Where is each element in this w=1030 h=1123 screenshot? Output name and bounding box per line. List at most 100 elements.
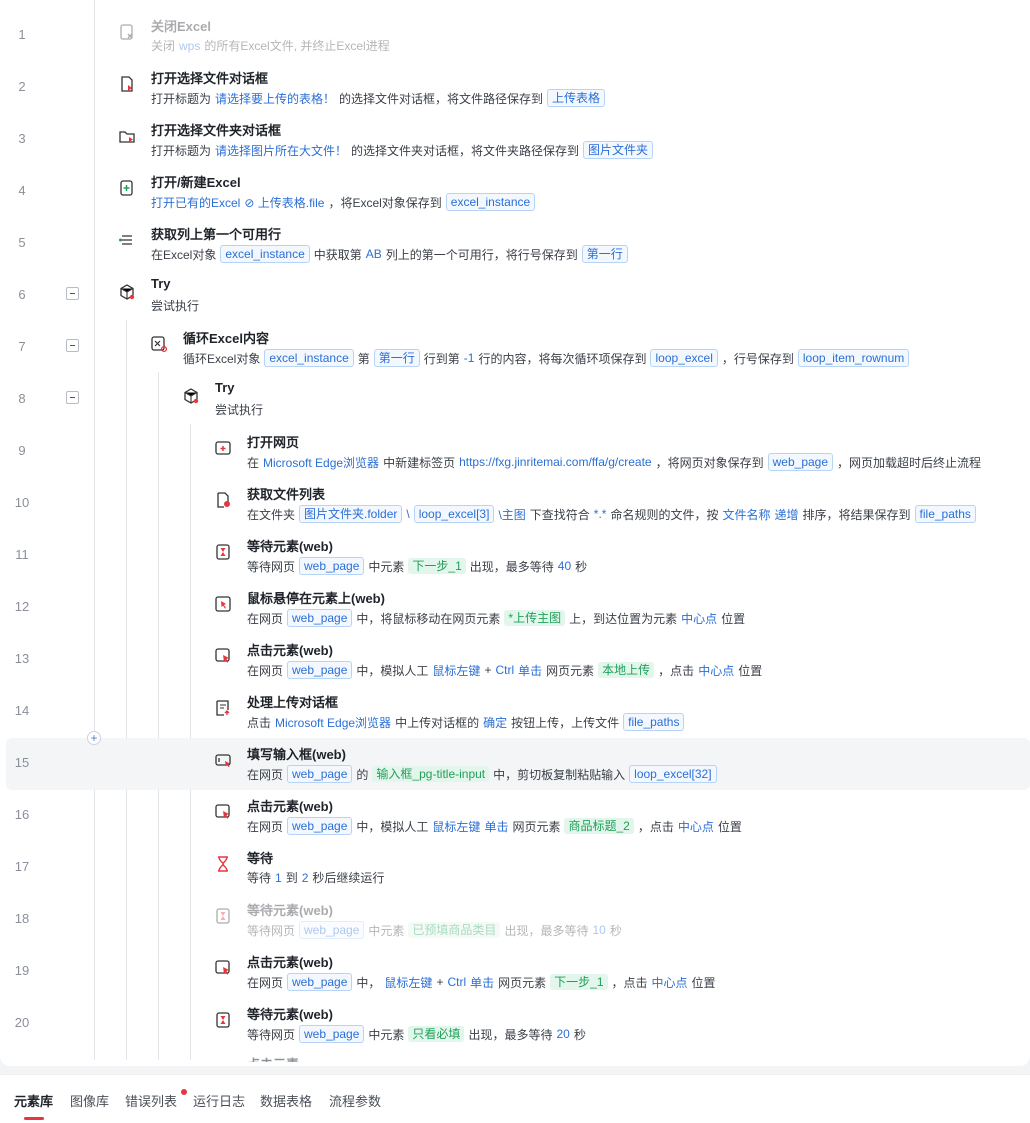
parameter-value: 确定 — [483, 715, 508, 730]
error-badge — [181, 1089, 187, 1095]
flow-step-row[interactable]: 9 打开网页在 Microsoft Edge浏览器 中新建标签页 https://fxg… — [0, 426, 1030, 478]
element-token[interactable]: 输入框_pg-title-input — [372, 766, 490, 782]
parameter-value: \ — [406, 507, 410, 521]
step-description: 点击 Microsoft Edge浏览器 中上传对话框的 确定 按钮上传，上传文件 fil… — [247, 713, 685, 731]
variable-token[interactable]: excel_instance — [220, 245, 310, 263]
line-number: 4 — [18, 183, 26, 198]
step-description: 等待 1 到 2 秒后继续运行 — [247, 869, 384, 886]
variable-token[interactable]: web_page — [287, 973, 353, 991]
variable-token[interactable]: file_paths — [914, 505, 976, 523]
variable-token[interactable]: loop_excel — [650, 349, 718, 367]
input-field-icon — [214, 751, 232, 769]
variable-token[interactable]: loop_excel[32] — [629, 765, 717, 783]
variable-token[interactable]: excel_instance — [264, 349, 354, 367]
description-text: 位置 — [721, 611, 746, 626]
flow-step-row[interactable]: 5 获取列上第一个可用行 在Excel对象 excel_instance 中获取第 AB 列… — [0, 218, 1030, 270]
variable-token[interactable]: web_page — [299, 1025, 365, 1043]
variable-token[interactable]: web_page — [299, 921, 365, 939]
step-title: 关闭Excel — [151, 19, 211, 34]
parameter-value: 递增 — [774, 507, 799, 522]
line-number: 16 — [14, 807, 30, 822]
variable-token[interactable]: 上传表格 — [547, 89, 606, 107]
parameter-value: 中心点 — [651, 975, 688, 990]
description-text: 中上传对话框的 — [395, 715, 480, 730]
flow-step-row[interactable]: 4 打开/新建Excel 打开已有的Excel ⊘ 上传表格.file ，将Excel对… — [0, 166, 1030, 218]
flow-step-row[interactable]: 6 Try 尝试执行 — [0, 270, 1030, 322]
description-text: 行的内容，将每次循环项保存到 — [478, 351, 647, 366]
step-description: 在文件夹 图片文件夹.folder \ loop_excel[3] \主图 下查找符合 *.… — [247, 505, 976, 523]
step-title: 打开/新建Excel — [151, 175, 241, 190]
variable-token[interactable]: web_page — [287, 765, 353, 783]
flow-step-row[interactable]: 2 打开选择文件对话框 打开标题为 请选择要上传的表格！ 的选择文件对话框，将文件路径保… — [0, 62, 1030, 114]
flow-step-row[interactable]: 11 等待元素(web) 等待网页 web_page 中元素 下一步_1 出现，最多等待 40… — [0, 530, 1030, 582]
tab-6[interactable]: 流程参数 — [329, 1091, 381, 1110]
element-token[interactable]: 下一步_1 — [550, 974, 608, 990]
description-text: ，网页加载超时后终止流程 — [837, 455, 982, 470]
flow-step-row[interactable]: 17 等待 等待 1 到 2 秒后继续运行 — [0, 842, 1030, 894]
element-token[interactable]: 只看必填 — [408, 1026, 465, 1042]
variable-token[interactable]: 第一行 — [373, 349, 420, 367]
description-text: + — [484, 663, 492, 677]
description-text: ，点击 — [658, 663, 695, 678]
tab-2[interactable]: 图像库 — [70, 1091, 109, 1110]
variable-token[interactable]: web_page — [767, 453, 834, 471]
parameter-value: 请选择图片所在大文件！ — [215, 143, 348, 158]
element-token[interactable]: 下一步_1 — [408, 558, 466, 574]
collapse-toggle[interactable] — [66, 391, 79, 404]
flow-step-row[interactable]: 18 等待元素(web) 等待网页 web_page 中元素 已预填商品类目 出现，最多等待… — [0, 894, 1030, 946]
flow-step-row[interactable]: 19 点击元素(web) 在网页 web_page 中， 鼠标左键 + Ctrl 单击 网页元素下… — [0, 946, 1030, 998]
flow-step-row[interactable]: 20 等待元素(web) 等待网页 web_page 中元素 只看必填 出现，最多等待 20 秒 — [0, 998, 1030, 1050]
wait-element-icon — [214, 907, 232, 925]
parameter-value: 打开已有的Excel — [151, 195, 241, 210]
flow-step-row[interactable]: 13 点击元素(web) 在网页 web_page 中，模拟人工 鼠标左键 + Ctrl 单击网… — [0, 634, 1030, 686]
tab-1[interactable]: 元素库 — [14, 1091, 53, 1110]
step-title: 循环Excel内容 — [183, 331, 269, 346]
flow-step-row[interactable]: 15 填写输入框(web) 在网页 web_page 的输入框_pg-title-inp… — [6, 738, 1030, 790]
variable-token[interactable]: excel_instance — [445, 193, 536, 211]
element-token[interactable]: 已预填商品类目 — [408, 922, 501, 938]
flow-step-row[interactable]: 10 获取文件列表 在文件夹 图片文件夹.folder \ loop_excel[3] \主… — [0, 478, 1030, 530]
variable-token[interactable]: file_paths — [623, 713, 685, 731]
variable-token[interactable]: loop_item_rownum — [797, 349, 910, 367]
step-description: 循环Excel对象 excel_instance 第第一行 行到第 -1 行的内容，将每次… — [183, 349, 910, 367]
step-description: 尝试执行 — [215, 401, 263, 418]
description-text: 在 — [247, 455, 260, 470]
line-number: 17 — [14, 859, 30, 874]
step-title: 获取文件列表 — [247, 487, 326, 502]
tab-5[interactable]: 数据表格 — [260, 1091, 312, 1110]
description-text: 出现，最多等待 — [504, 923, 589, 938]
description-text: 尝试执行 — [151, 299, 200, 313]
variable-token[interactable]: web_page — [287, 609, 353, 627]
flow-step-row[interactable]: 8 Try 尝试执行 — [0, 374, 1030, 426]
variable-token[interactable]: web_page — [287, 661, 353, 679]
element-token[interactable]: 本地上传 — [598, 662, 655, 678]
description-text: 秒 — [575, 559, 588, 574]
variable-token[interactable]: web_page — [287, 817, 353, 835]
flow-step-row[interactable]: 3 打开选择文件夹对话框 打开标题为 请选择图片所在大文件！ 的选择文件夹对话框，将文件… — [0, 114, 1030, 166]
collapse-toggle[interactable] — [66, 287, 79, 300]
flow-step-row[interactable]: 16 点击元素(web) 在网页 web_page 中，模拟人工 鼠标左键 单击 网页元素 商品… — [0, 790, 1030, 842]
parameter-value: 中心点 — [677, 819, 714, 834]
variable-token[interactable]: loop_excel[3] — [413, 505, 495, 523]
flow-step-row[interactable]: 14 处理上传对话框 点击 Microsoft Edge浏览器 中上传对话框的 确定 按钮上… — [0, 686, 1030, 738]
step-title: Try — [151, 276, 171, 291]
element-token[interactable]: *上传主图 — [504, 610, 566, 626]
description-text: 中，剪切板复制粘贴输入 — [493, 767, 626, 782]
tab-3[interactable]: 错误列表 — [125, 1091, 177, 1110]
tab-4[interactable]: 运行日志 — [193, 1091, 245, 1110]
parameter-value: \主图 — [498, 507, 526, 522]
flow-step-row[interactable]: 1 关闭Excel 关闭 wps 的所有Excel文件, 并终止Excel进程 — [0, 10, 1030, 62]
flow-step-row[interactable]: 12 鼠标悬停在元素上(web) 在网页 web_page 中，将鼠标移动在网页元素 *上… — [0, 582, 1030, 634]
variable-token[interactable]: 图片文件夹 — [583, 141, 654, 159]
parameter-value: 鼠标左键 — [432, 819, 481, 834]
element-token[interactable]: 商品标题_2 — [564, 818, 634, 834]
collapse-toggle[interactable] — [66, 339, 79, 352]
variable-token[interactable]: 图片文件夹.folder — [299, 505, 403, 523]
description-text: 中，模拟人工 — [356, 819, 429, 834]
variable-token[interactable]: web_page — [299, 557, 365, 575]
try-cube-icon — [182, 387, 200, 405]
flow-step-row[interactable]: 7 循环Excel内容 循环Excel对象 excel_instance 第第一行 行到第… — [0, 322, 1030, 374]
add-step-button[interactable]: + — [87, 731, 101, 745]
step-title: 点击元素(web) — [247, 955, 333, 970]
variable-token[interactable]: 第一行 — [581, 245, 628, 263]
